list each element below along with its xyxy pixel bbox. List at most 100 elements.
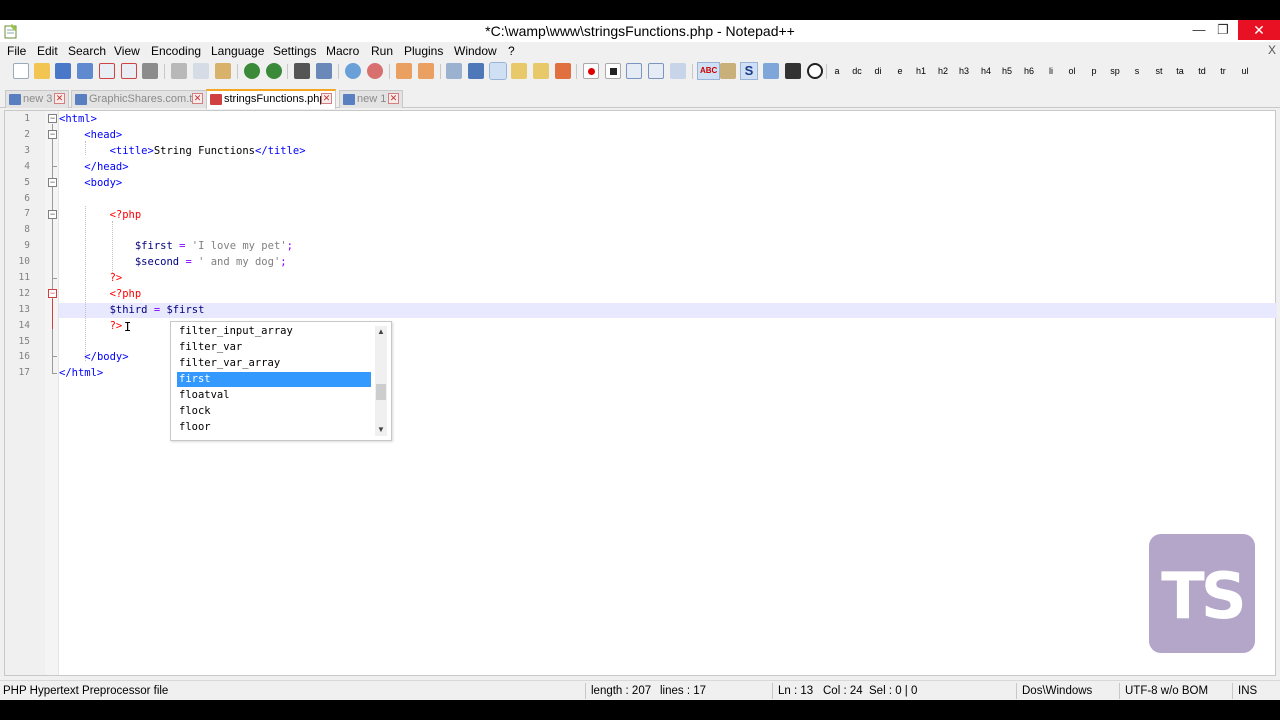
- html-tag-h3-button[interactable]: h3: [956, 63, 972, 79]
- html-tag-di-button[interactable]: di: [870, 63, 886, 79]
- menu-search[interactable]: Search: [68, 44, 106, 58]
- clock-icon[interactable]: [807, 63, 823, 79]
- menu-plugins[interactable]: Plugins: [404, 44, 443, 58]
- html-tag-li-button[interactable]: li: [1043, 63, 1059, 79]
- function-list-icon[interactable]: [555, 63, 571, 79]
- autocomplete-list[interactable]: filter_input_array filter_var filter_var…: [170, 321, 392, 441]
- html-tag-h6-button[interactable]: h6: [1021, 63, 1037, 79]
- spell-check-button[interactable]: ABC: [696, 62, 721, 80]
- menu-help[interactable]: ?: [508, 44, 515, 58]
- scrollbar-thumb[interactable]: [376, 384, 386, 400]
- tab-label: new 1: [357, 93, 387, 105]
- html-tag-dc-button[interactable]: dc: [849, 63, 865, 79]
- html-tag-st-button[interactable]: st: [1151, 63, 1167, 79]
- scroll-up-icon[interactable]: ▲: [375, 326, 387, 338]
- close-file-icon[interactable]: [99, 63, 115, 79]
- user-language-icon[interactable]: [511, 63, 527, 79]
- doc-map-icon[interactable]: [533, 63, 549, 79]
- close-tab-icon[interactable]: ✕: [321, 93, 332, 104]
- close-tab-icon[interactable]: ✕: [54, 93, 65, 104]
- stop-macro-icon[interactable]: [605, 63, 621, 79]
- autocomplete-item[interactable]: filter_var_array: [177, 356, 371, 371]
- html-tag-a-button[interactable]: a: [829, 63, 845, 79]
- print-icon[interactable]: [142, 63, 158, 79]
- new-file-icon[interactable]: [13, 63, 29, 79]
- menu-window[interactable]: Window: [454, 44, 497, 58]
- html-tag-ta-button[interactable]: ta: [1172, 63, 1188, 79]
- close-tab-icon[interactable]: ✕: [388, 93, 399, 104]
- fold-toggle-icon[interactable]: −: [48, 130, 57, 139]
- autocomplete-item-selected[interactable]: first: [176, 371, 372, 388]
- sync-vertical-icon[interactable]: [396, 63, 412, 79]
- cut-icon[interactable]: [171, 63, 187, 79]
- close-window-button[interactable]: ✕: [1238, 20, 1280, 40]
- fold-toggle-icon[interactable]: −: [48, 178, 57, 187]
- html-tag-td-button[interactable]: td: [1194, 63, 1210, 79]
- menu-settings[interactable]: Settings: [273, 44, 316, 58]
- find-icon[interactable]: [294, 63, 310, 79]
- settings-plugin-icon[interactable]: [763, 63, 779, 79]
- scroll-down-icon[interactable]: ▼: [375, 424, 387, 436]
- html-tag-h4-button[interactable]: h4: [978, 63, 994, 79]
- menu-macro[interactable]: Macro: [326, 44, 359, 58]
- play-macro-icon[interactable]: [626, 63, 642, 79]
- fold-toggle-icon[interactable]: −: [48, 210, 57, 219]
- open-file-icon[interactable]: [34, 63, 50, 79]
- copy-icon[interactable]: [193, 63, 209, 79]
- autocomplete-item[interactable]: filter_var: [177, 340, 371, 355]
- undo-icon[interactable]: [244, 63, 260, 79]
- maximize-button[interactable]: ❐: [1210, 20, 1236, 40]
- minimize-button[interactable]: —: [1186, 20, 1212, 40]
- eol-format-label[interactable]: Dos\Windows: [1022, 685, 1092, 697]
- autocomplete-item[interactable]: flock: [177, 404, 371, 419]
- autocomplete-item[interactable]: floor: [177, 420, 371, 435]
- save-macro-icon[interactable]: [670, 63, 686, 79]
- zoom-in-icon[interactable]: [345, 63, 361, 79]
- menu-view[interactable]: View: [114, 44, 140, 58]
- sync-horizontal-icon[interactable]: [418, 63, 434, 79]
- html-tag-p-button[interactable]: p: [1086, 63, 1102, 79]
- record-macro-icon[interactable]: [583, 63, 599, 79]
- play-multiple-macro-icon[interactable]: [648, 63, 664, 79]
- plugin-icon[interactable]: [720, 63, 736, 79]
- replace-icon[interactable]: [316, 63, 332, 79]
- save-icon[interactable]: [55, 63, 71, 79]
- close-all-icon[interactable]: [121, 63, 137, 79]
- autocomplete-item[interactable]: filter_input_array: [177, 324, 371, 339]
- menu-edit[interactable]: Edit: [37, 44, 58, 58]
- save-all-icon[interactable]: [77, 63, 93, 79]
- tab-new-3[interactable]: new 3 ✕: [5, 90, 69, 108]
- autocomplete-scrollbar[interactable]: ▲ ▼: [375, 326, 387, 436]
- tab-new-1[interactable]: new 1 ✕: [339, 90, 403, 108]
- show-all-chars-icon[interactable]: [468, 63, 484, 79]
- jn-plugin-icon[interactable]: [785, 63, 801, 79]
- menu-file[interactable]: File: [7, 44, 26, 58]
- word-wrap-icon[interactable]: [446, 63, 462, 79]
- menu-language[interactable]: Language: [211, 44, 264, 58]
- close-tab-icon[interactable]: ✕: [192, 93, 203, 104]
- indent-guide-icon[interactable]: [489, 62, 507, 80]
- tab-stringsfunctions[interactable]: stringsFunctions.php ✕: [206, 89, 336, 109]
- html-tag-ol-button[interactable]: ol: [1064, 63, 1080, 79]
- autocomplete-item[interactable]: floatval: [177, 388, 371, 403]
- menu-run[interactable]: Run: [371, 44, 393, 58]
- html-tag-h2-button[interactable]: h2: [935, 63, 951, 79]
- s-button[interactable]: S: [740, 62, 758, 80]
- menu-encoding[interactable]: Encoding: [151, 44, 201, 58]
- paste-icon[interactable]: [215, 63, 231, 79]
- insert-mode-label[interactable]: INS: [1238, 685, 1257, 697]
- tab-graphicshares[interactable]: GraphicShares.com.txt ✕: [71, 90, 207, 108]
- html-tag-h1-button[interactable]: h1: [913, 63, 929, 79]
- close-document-x[interactable]: X: [1268, 43, 1276, 57]
- html-tag-ul-button[interactable]: ul: [1237, 63, 1253, 79]
- zoom-out-icon[interactable]: [367, 63, 383, 79]
- html-tag-e-button[interactable]: e: [892, 63, 908, 79]
- encoding-label[interactable]: UTF-8 w/o BOM: [1125, 685, 1208, 697]
- html-tag-sp-button[interactable]: sp: [1107, 63, 1123, 79]
- redo-icon[interactable]: [266, 63, 282, 79]
- html-tag-h5-button[interactable]: h5: [999, 63, 1015, 79]
- html-tag-s-button[interactable]: s: [1129, 63, 1145, 79]
- fold-toggle-icon[interactable]: −: [48, 289, 57, 298]
- fold-toggle-icon[interactable]: −: [48, 114, 57, 123]
- html-tag-tr-button[interactable]: tr: [1215, 63, 1231, 79]
